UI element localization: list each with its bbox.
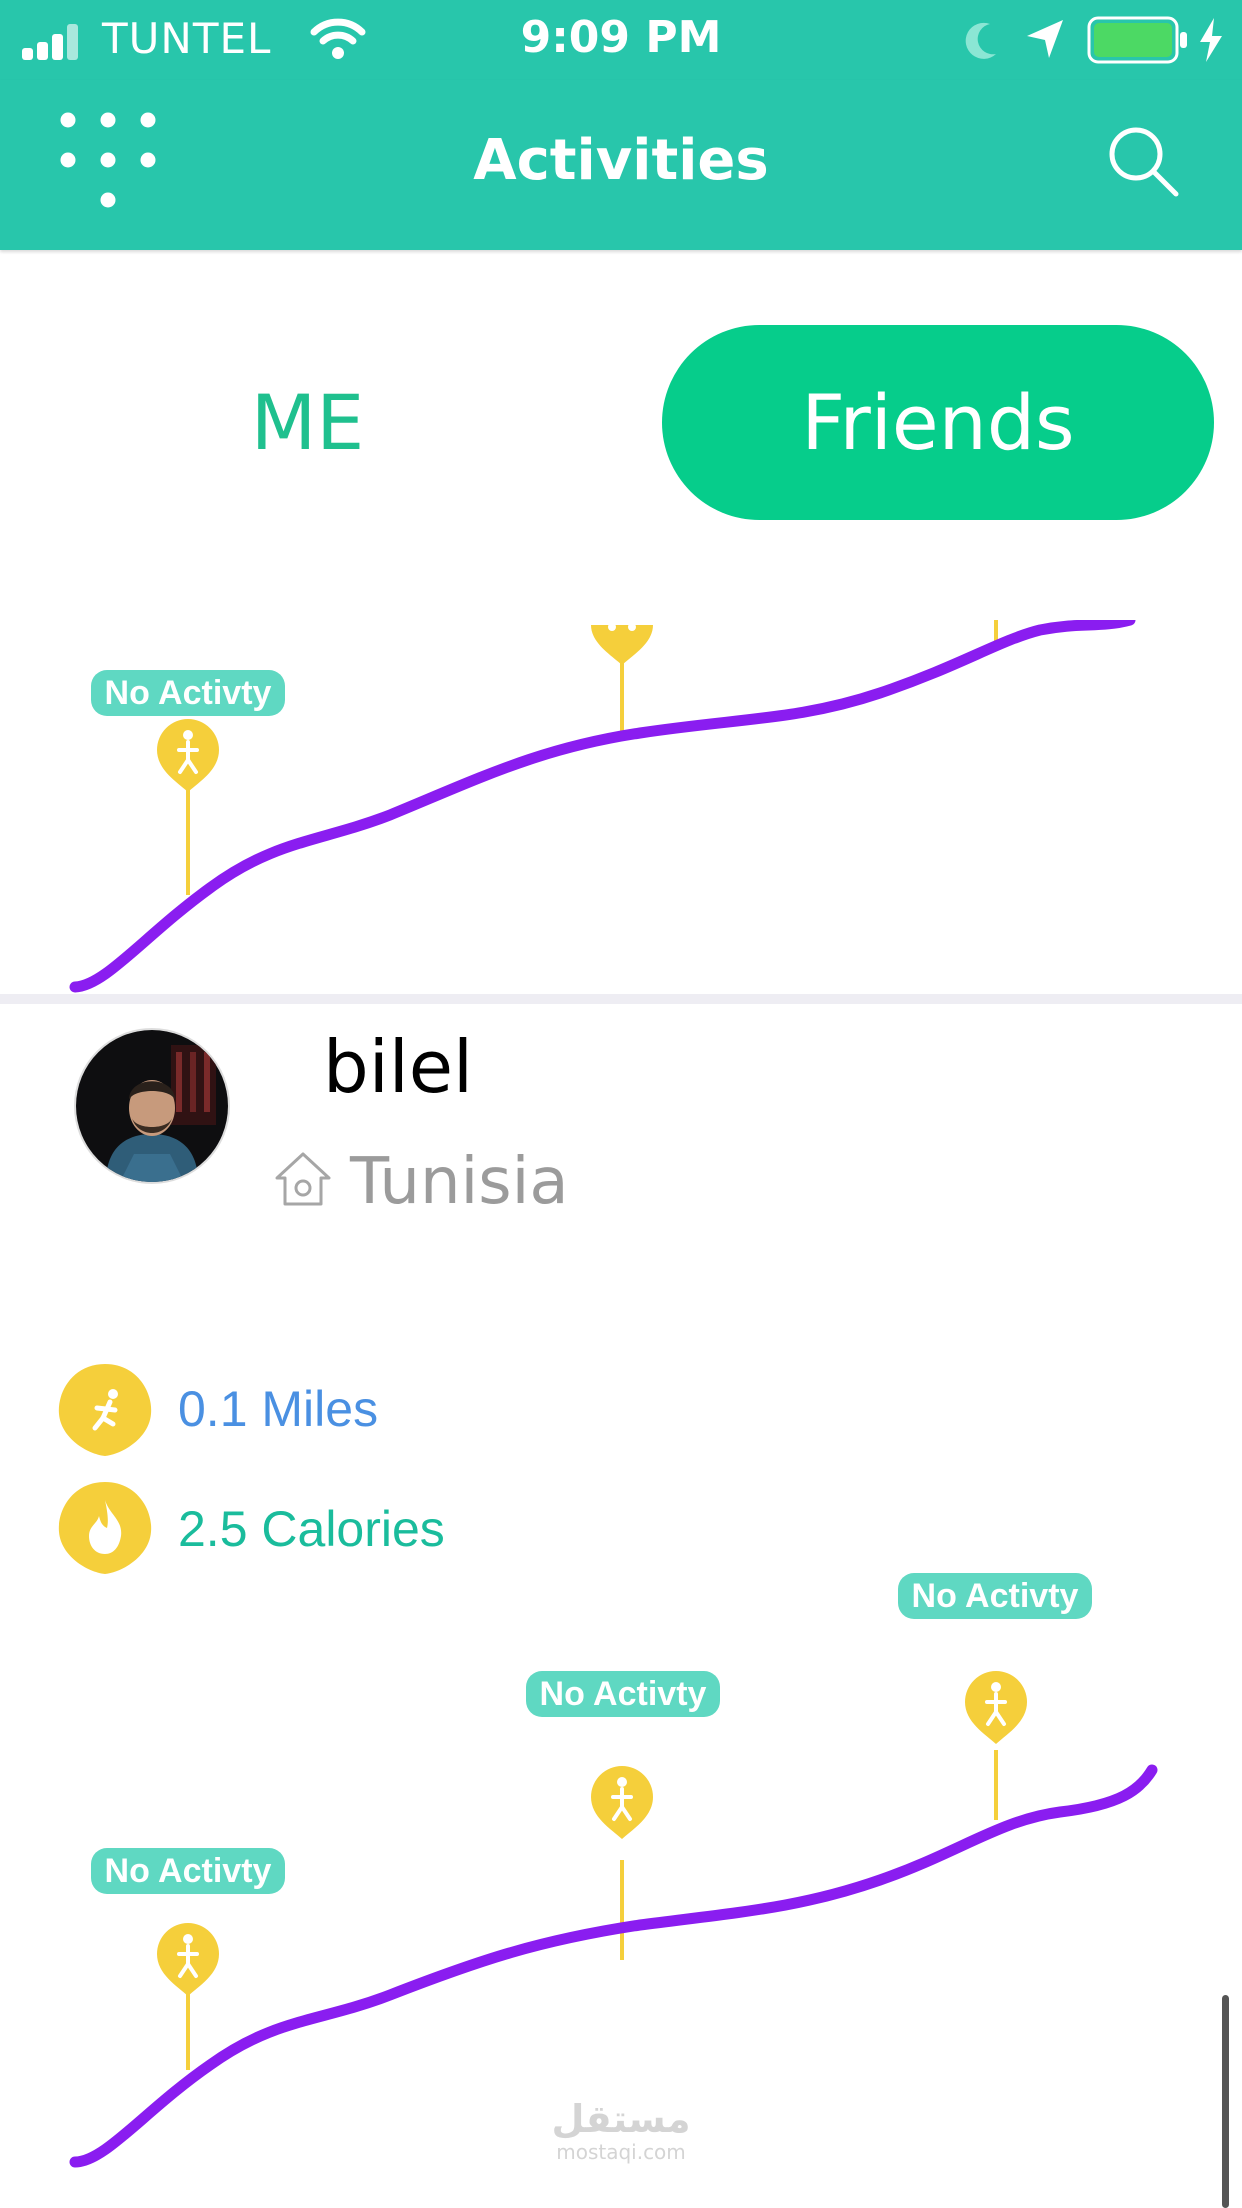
distance-stat: 0.1 Miles <box>178 1381 379 1437</box>
tab-me[interactable]: ME <box>120 325 495 520</box>
no-activity-tag: No Activty <box>91 670 285 716</box>
nav-bar: Activities <box>0 80 1242 250</box>
location-arrow-icon <box>1027 20 1063 58</box>
status-bar: TUNTEL 9:09 PM <box>0 0 1242 80</box>
watermark-url: mostaqi.com <box>556 2140 686 2164</box>
running-badge-icon <box>58 1364 152 1456</box>
page-title: Activities <box>473 128 769 193</box>
tab-friends[interactable]: Friends <box>662 325 1214 520</box>
watermark: مستقل mostaqi.com <box>545 2098 697 2164</box>
no-activity-tag: No Activty <box>91 1848 285 1894</box>
scrollbar[interactable] <box>1222 1995 1229 2208</box>
avatar[interactable] <box>74 1028 230 1184</box>
charging-icon <box>1200 18 1222 62</box>
battery-icon <box>1087 16 1187 64</box>
marker-icon-fragment <box>628 623 636 631</box>
divider <box>0 994 1242 1004</box>
no-activity-tag: No Activty <box>526 1671 720 1717</box>
search-icon[interactable] <box>1106 124 1182 200</box>
flame-badge-icon <box>58 1482 152 1574</box>
calories-stat: 2.5 Calories <box>178 1501 445 1557</box>
friend-name[interactable]: bilel <box>323 1025 473 1109</box>
watermark-arabic: مستقل <box>551 2097 691 2141</box>
activity-marker <box>591 625 653 665</box>
friend-country: Tunisia <box>350 1145 569 1219</box>
moon-icon <box>965 22 996 59</box>
home-icon <box>275 1152 331 1206</box>
marker-icon-fragment <box>608 623 616 631</box>
no-activity-tag: No Activty <box>898 1573 1092 1619</box>
